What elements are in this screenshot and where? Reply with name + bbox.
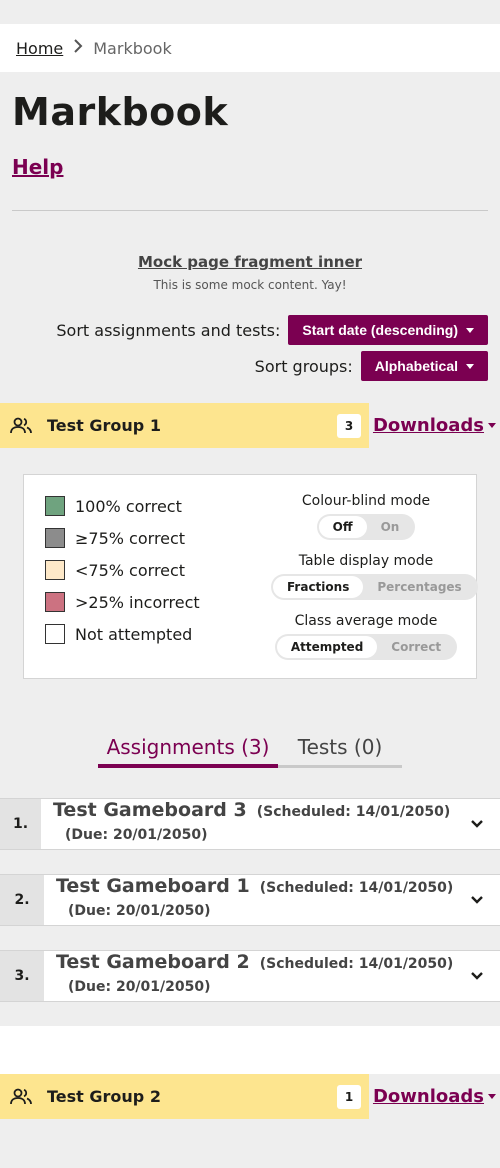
sort-assignments-label: Sort assignments and tests: [56, 320, 281, 340]
help-link[interactable]: Help [12, 155, 63, 179]
assignment-title: Test Gameboard 2 [56, 951, 250, 973]
legend-label: ≥75% correct [75, 528, 186, 548]
tab-tests[interactable]: Tests (0) [278, 730, 402, 768]
chevron-down-icon[interactable] [470, 817, 484, 831]
class-average-toggle[interactable]: Attempted Correct [274, 634, 458, 660]
legend-swatch [45, 560, 65, 580]
sort-groups-label: Sort groups: [254, 356, 353, 376]
legend-label: Not attempted [75, 624, 193, 644]
caret-down-icon [488, 1094, 497, 1099]
colour-blind-label: Colour-blind mode [301, 493, 431, 509]
toggle-option-attempted[interactable]: Attempted [276, 636, 378, 658]
downloads-label: Downloads [372, 415, 485, 436]
legend-item: Not attempted [45, 624, 192, 644]
chevron-down-icon[interactable] [470, 969, 484, 983]
caret-down-icon [466, 363, 474, 369]
mock-fragment-text: This is some mock content. Yay! [153, 278, 347, 292]
chevron-right-icon [73, 39, 83, 57]
legend-label: <75% correct [75, 560, 186, 580]
class-average-label: Class average mode [294, 613, 438, 629]
assignment-title: Test Gameboard 3 [53, 799, 247, 821]
assignment-number: 2. [0, 875, 44, 925]
legend-item: <75% correct [45, 560, 185, 580]
sort-assignments-row: Sort assignments and tests: Start date (… [56, 315, 488, 345]
markbook-legend: 100% correct ≥75% correct <75% correct >… [23, 474, 478, 679]
assignment-due: (Due: 20/01/2050) [68, 979, 211, 995]
table-display-label: Table display mode [298, 553, 434, 569]
legend-label: >25% incorrect [75, 592, 200, 612]
assignment-row[interactable]: 1. Test Gameboard 3 (Scheduled: 14/01/205… [0, 798, 500, 850]
caret-down-icon [466, 327, 474, 333]
assignment-row[interactable]: 2. Test Gameboard 1 (Scheduled: 14/01/205… [0, 874, 500, 926]
legend-item: >25% incorrect [45, 592, 200, 612]
people-icon [10, 417, 32, 433]
legend-swatch [45, 624, 65, 644]
group-header-2[interactable]: Test Group 2 1 [0, 1074, 369, 1119]
assignment-due: (Due: 20/01/2050) [65, 827, 208, 843]
colour-blind-toggle[interactable]: Off On [316, 514, 416, 540]
group-header-1[interactable]: Test Group 1 3 [0, 403, 369, 448]
assignment-row[interactable]: 3. Test Gameboard 2 (Scheduled: 14/01/205… [0, 950, 500, 1002]
class-average-toggle-block: Class average mode Attempted Correct [271, 613, 461, 660]
assignment-scheduled: (Scheduled: 14/01/2050) [256, 804, 451, 820]
sort-groups-value: Alphabetical [374, 358, 458, 374]
breadcrumb-home-link[interactable]: Home [16, 39, 63, 58]
assignment-number: 1. [0, 799, 41, 849]
divider [12, 210, 488, 211]
legend-item: ≥75% correct [45, 528, 185, 548]
mock-fragment-title: Mock page fragment inner [137, 253, 363, 271]
toggle-option-correct[interactable]: Correct [377, 636, 455, 658]
assignment-scheduled: (Scheduled: 14/01/2050) [259, 880, 454, 896]
downloads-dropdown[interactable]: Downloads [369, 403, 500, 448]
legend-swatch [45, 528, 65, 548]
tab-assignments[interactable]: Assignments (3) [98, 730, 278, 768]
page-title: Markbook [12, 90, 229, 134]
group-name: Test Group 2 [47, 1087, 161, 1106]
assignment-number: 3. [0, 951, 44, 1001]
group-member-count-badge: 3 [337, 413, 361, 438]
assignment-scheduled: (Scheduled: 14/01/2050) [259, 956, 454, 972]
caret-down-icon [488, 423, 497, 428]
group-separator [0, 1026, 500, 1074]
group-member-count-badge: 1 [337, 1084, 361, 1109]
legend-swatch [45, 496, 65, 516]
sort-groups-dropdown[interactable]: Alphabetical [360, 351, 488, 381]
legend-label: 100% correct [75, 496, 182, 516]
breadcrumb-current: Markbook [93, 38, 172, 58]
assignment-title: Test Gameboard 1 [56, 875, 250, 897]
toggle-option-percentages[interactable]: Percentages [363, 576, 475, 598]
assignment-title-line: Test Gameboard 1 (Scheduled: 14/01/2050) [56, 875, 453, 897]
colour-blind-toggle-block: Colour-blind mode Off On [271, 493, 461, 540]
assignment-tabs: Assignments (3) Tests (0) [98, 730, 402, 768]
assignment-due: (Due: 20/01/2050) [68, 903, 211, 919]
assignment-title-line: Test Gameboard 2 (Scheduled: 14/01/2050) [56, 951, 453, 973]
downloads-label: Downloads [372, 1086, 485, 1107]
legend-swatch [45, 592, 65, 612]
breadcrumb: Home Markbook [0, 24, 500, 72]
toggle-option-off[interactable]: Off [318, 516, 367, 538]
assignment-title-line: Test Gameboard 3 (Scheduled: 14/01/2050) [53, 799, 450, 821]
toggle-option-fractions[interactable]: Fractions [273, 576, 364, 598]
sort-assignments-value: Start date (descending) [302, 322, 458, 338]
group-name: Test Group 1 [47, 416, 161, 435]
chevron-down-icon[interactable] [470, 893, 484, 907]
sort-groups-row: Sort groups: Alphabetical [255, 351, 488, 381]
downloads-dropdown[interactable]: Downloads [369, 1074, 500, 1119]
sort-assignments-dropdown[interactable]: Start date (descending) [288, 315, 488, 345]
toggle-option-on[interactable]: On [367, 516, 414, 538]
table-display-toggle[interactable]: Fractions Percentages [271, 574, 478, 600]
legend-item: 100% correct [45, 496, 182, 516]
table-display-toggle-block: Table display mode Fractions Percentages [271, 553, 478, 600]
people-icon [10, 1088, 32, 1104]
